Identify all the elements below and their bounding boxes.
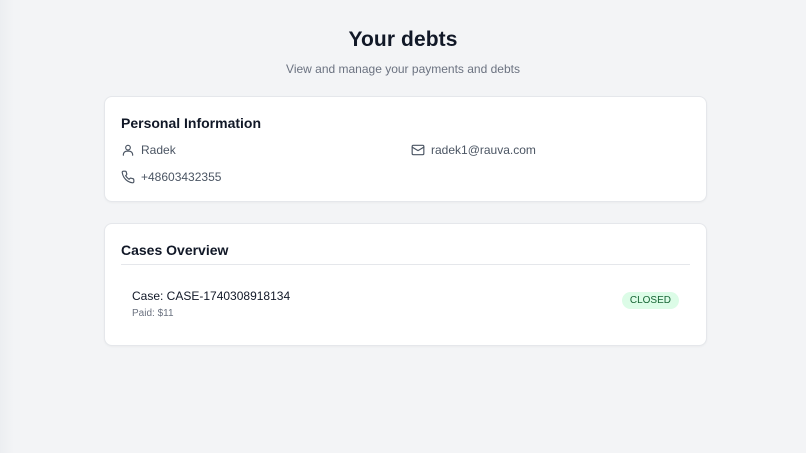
case-paid-amount: Paid: $11 <box>132 308 174 319</box>
divider <box>121 264 690 265</box>
page-title: Your debts <box>348 28 458 51</box>
user-name-text: Radek <box>141 143 176 157</box>
case-id: Case: CASE-1740308918134 <box>132 289 291 303</box>
personal-information-title: Personal Information <box>121 115 262 131</box>
cases-overview-title: Cases Overview <box>121 242 229 258</box>
user-name: Radek <box>121 143 176 157</box>
cases-overview-card: Cases Overview Case: CASE-1740308918134 … <box>104 223 707 346</box>
user-email-text: radek1@rauva.com <box>431 143 536 157</box>
page: Your debts View and manage your payments… <box>0 0 806 453</box>
user-phone: +48603432355 <box>121 170 221 184</box>
user-icon <box>121 143 135 157</box>
page-header: Your debts View and manage your payments… <box>0 28 806 76</box>
personal-information-card: Personal Information Radek radek1@rauva.… <box>104 96 707 202</box>
phone-icon <box>121 170 135 184</box>
mail-icon <box>411 143 425 157</box>
user-phone-text: +48603432355 <box>141 170 222 184</box>
status-badge: CLOSED <box>621 292 679 309</box>
user-email: radek1@rauva.com <box>411 143 536 157</box>
case-item[interactable]: Case: CASE-1740308918134 Paid: $11 CLOSE… <box>121 276 690 328</box>
page-subtitle: View and manage your payments and debts <box>286 62 520 76</box>
